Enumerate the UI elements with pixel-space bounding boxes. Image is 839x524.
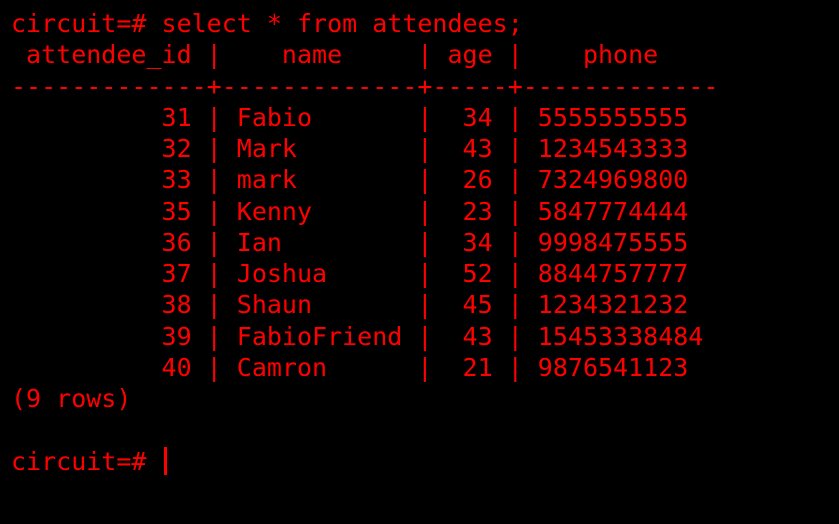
- table-row: 36 | Ian | 34 | 9998475555: [11, 227, 689, 257]
- terminal-window[interactable]: circuit=# select * from attendees; atten…: [0, 0, 839, 524]
- table-row: 32 | Mark | 43 | 1234543333: [11, 134, 689, 163]
- row-count: (9 rows): [11, 384, 132, 413]
- table-row: 39 | FabioFriend | 43 | 15453338484: [11, 321, 704, 351]
- prompt-line[interactable]: circuit=#: [11, 446, 839, 477]
- table-separator: -------------+-------------+-----+------…: [11, 71, 719, 101]
- table-row: 37 | Joshua | 52 | 8844757777: [11, 259, 689, 288]
- command-line: circuit=# select * from attendees;: [11, 9, 523, 38]
- table-header: attendee_id | name | age | phone: [11, 40, 659, 70]
- prompt: circuit=#: [11, 446, 162, 476]
- table-row: 40 | Camron | 21 | 9876541123: [11, 352, 689, 382]
- table-row: 31 | Fabio | 34 | 5555555555: [11, 102, 689, 132]
- table-row: 33 | mark | 26 | 7324969800: [11, 165, 689, 195]
- table-row: 38 | Shaun | 45 | 1234321232: [11, 290, 689, 320]
- text-cursor: [163, 446, 167, 475]
- table-row: 35 | Kenny | 23 | 5847774444: [11, 196, 689, 226]
